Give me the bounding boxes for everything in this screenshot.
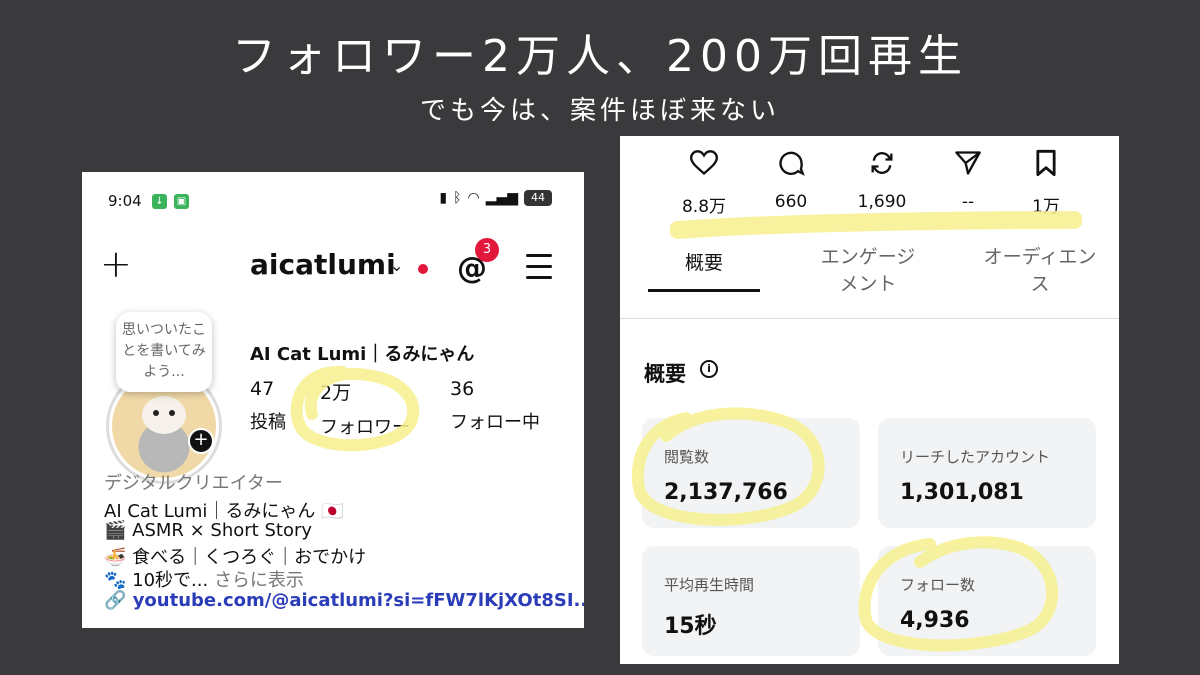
insights-screenshot: 8.8万 660 1,690 -- 1万 概要 エンゲージメント オーディエンス… [620,136,1119,664]
app-notification-icon: ▣ [174,194,189,209]
notification-dot [418,264,428,274]
highlight-circle [858,536,1059,652]
stat-label: フォロー中 [450,412,540,433]
signal-icon: ▂▄▆ [485,190,518,206]
wifi-icon: ◠ [467,190,480,206]
username[interactable]: aicatlumi [250,248,396,281]
highlight-underline [670,211,1082,239]
share-icon [938,148,998,178]
metric-value: 1,301,081 [900,480,1024,505]
repost-action[interactable]: 1,690 [852,148,912,212]
chevron-down-icon[interactable]: ⌄ [390,256,403,275]
tab-engagement[interactable]: エンゲージメント [812,244,924,298]
status-time: 9:04 [108,192,142,210]
metric-label: リーチしたアカウント [900,448,1051,466]
stat-label: 投稿 [250,412,286,433]
threads-badge: 3 [475,238,499,262]
menu-icon[interactable] [526,254,552,287]
add-story-icon[interactable]: + [188,428,214,454]
link-icon: 🔗 [104,590,127,611]
stat-value: 47 [250,378,275,400]
info-icon[interactable]: i [700,360,718,378]
status-bar: 9:04 ↓ ▣ ▮ ᛒ ◠ ▂▄▆ 44 [82,190,584,214]
tab-overview[interactable]: 概要 [648,250,760,277]
note-bubble[interactable]: 思いついたことを書いてみよう... [116,312,212,392]
stat-value: 36 [450,378,475,400]
profile-top-bar: + aicatlumi ⌄ @ 3 [82,238,584,292]
link-text: youtube.com/@aicatlumi?si=fFW7lKjXOt8SI.… [132,590,584,611]
status-icons: ▮ ᛒ ◠ ▂▄▆ 44 [439,190,552,206]
bookmark-icon [1016,148,1076,178]
bio-truncated: 🐾 10秒で... [104,570,209,591]
profile-link[interactable]: 🔗 youtube.com/@aicatlumi?si=fFW7lKjXOt8S… [104,590,584,611]
battery-icon: 44 [524,190,552,206]
metric-card-reach: リーチしたアカウント 1,301,081 [878,418,1096,528]
vibrate-icon: ▮ [439,190,448,206]
metric-value: 15秒 [664,614,717,639]
show-more-link[interactable]: さらに表示 [214,570,304,591]
bookmark-action[interactable]: 1万 [1016,148,1076,217]
bluetooth-icon: ᛒ [453,190,462,206]
headline: フォロワー2万人、200万回再生 [232,31,968,82]
heart-icon [674,148,734,178]
repost-icon [852,148,912,178]
highlight-circle [631,407,825,526]
share-action[interactable]: -- [938,148,998,212]
like-action[interactable]: 8.8万 [674,148,734,217]
stat-following[interactable]: 36 フォロー中 [450,378,540,434]
stat-posts[interactable]: 47 投稿 [250,378,286,434]
display-name: AI Cat Lumi｜るみにゃん [250,344,475,365]
metric-label: 平均再生時間 [664,576,755,594]
active-tab-indicator [648,289,760,292]
metric-card-avg-watch: 平均再生時間 15秒 [642,546,860,656]
cat-face [142,396,186,434]
divider [620,318,1119,319]
comment-action[interactable]: 660 [761,148,821,212]
section-title: 概要 [644,362,686,386]
bio-line: 🐾 10秒で... さらに表示 [104,566,304,592]
add-icon[interactable]: + [100,244,132,284]
comment-icon [761,148,821,178]
profile-category: デジタルクリエイター [104,473,283,494]
tab-audience[interactable]: オーディエンス [980,244,1100,298]
download-icon: ↓ [152,194,167,209]
highlight-circle [290,365,420,452]
subheadline: でも今は、案件ほぼ来ない [419,96,780,126]
insights-tabs: 概要 エンゲージメント オーディエンス [620,244,1119,314]
profile-screenshot: 9:04 ↓ ▣ ▮ ᛒ ◠ ▂▄▆ 44 + aicatlumi ⌄ @ 3 … [82,172,584,628]
bio-line: 🎬 ASMR × Short Story [104,520,313,541]
